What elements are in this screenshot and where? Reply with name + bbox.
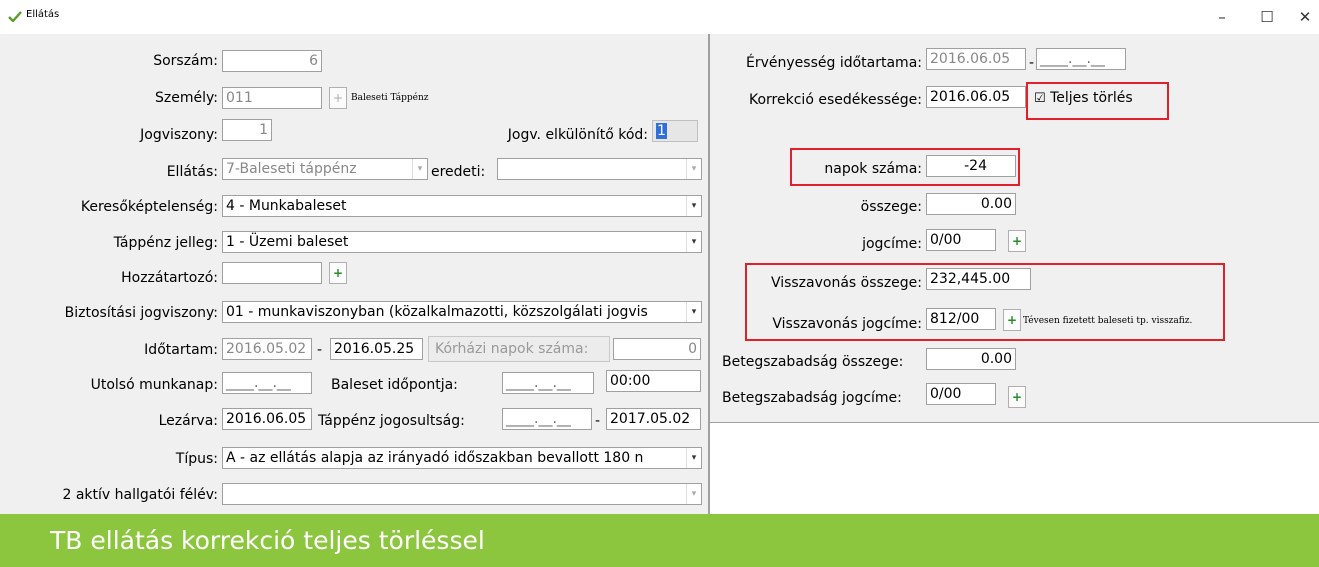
app-check-icon [8,11,22,22]
jogv-kod-field[interactable]: 1 [652,120,698,142]
caption-bar: TB ellátás korrekció teljes törléssel [0,514,1319,567]
kereso-label: Keresőképtelenség: [80,199,218,215]
teljes-torles-check-icon: ☑ [1034,91,1046,106]
szemely-label: Személy: [155,90,218,106]
betegszab-osszege-label: Betegszabadság összege: [722,354,904,370]
jogosultsag-from-field[interactable]: ____.__.__ [502,408,592,430]
osszege-field[interactable]: 0.00 [926,193,1016,215]
caption-text: TB ellátás korrekció teljes törléssel [50,526,485,555]
kereso-value: 4 - Munkabaleset [226,198,347,214]
hozzatartozo-add-button[interactable]: + [329,262,347,284]
betegszab-jogcime-add-button[interactable]: + [1008,386,1026,408]
teljes-torles-checkbox[interactable]: ☑ Teljes törlés [1034,90,1133,106]
visszavonas-jogcime-field[interactable]: 812/00 [926,308,996,330]
betegszab-osszege-field[interactable]: 0.00 [926,348,1016,370]
ervenyesseg-label: Érvényesség időtartama: [746,55,922,71]
korrekcio-field[interactable]: 2016.06.05 [926,86,1026,108]
jogcime-add-button[interactable]: + [1008,230,1026,252]
visszavonas-osszege-field[interactable]: 232,445.00 [926,268,1031,290]
tipus-combo[interactable]: A - az ellátás alapja az irányadó idősza… [222,447,702,469]
aktiv-hallgatoi-combo[interactable]: ▾ [222,483,702,505]
tappenz-jelleg-value: 1 - Üzemi baleset [226,234,349,250]
window-titlebar: Ellátás – ☐ ✕ [0,0,1319,34]
jogosultsag-to-field[interactable]: 2017.05.02 [606,408,701,430]
ellatas-value: 7-Baleseti táppénz [226,161,357,177]
idotartam-label: Időtartam: [144,342,218,358]
eredeti-dropdown-icon[interactable]: ▾ [686,159,701,179]
jogcime-field[interactable]: 0/00 [926,229,996,251]
window-title: Ellátás [26,9,60,20]
napok-szama-label: napok száma: [824,161,922,177]
biztositasi-value: 01 - munkaviszonyban (közalkalmazotti, k… [226,304,648,320]
sorszam-label: Sorszám: [153,53,218,69]
idotartam-separator: - [317,342,323,358]
jogv-kod-selected-text: 1 [656,123,667,139]
ervenyesseg-to-field[interactable]: ____.__.__ [1036,48,1126,70]
korrekcio-label: Korrekció esedékessége: [749,92,922,108]
korhazi-napok-field[interactable]: 0 [613,338,701,360]
eredeti-label: eredeti: [431,164,486,180]
baleset-time-field[interactable]: 00:00 [606,370,701,392]
napok-szama-field[interactable]: -24 [926,155,1016,177]
osszege-label: összege: [860,199,922,215]
jogosultsag-label: Táppénz jogosultság: [318,413,465,429]
close-button[interactable]: ✕ [1292,6,1318,28]
szemely-lookup-button[interactable]: + [329,87,347,109]
visszavonas-jogcime-label: Visszavonás jogcíme: [772,316,922,332]
lezarva-field[interactable]: 2016.06.05 [222,408,312,430]
tappenz-jelleg-label: Táppénz jelleg: [113,235,218,251]
korhazi-napok-button[interactable]: Kórházi napok száma: [428,336,610,362]
kereso-dropdown-icon[interactable]: ▾ [686,196,701,216]
baleset-idopontja-label: Baleset időpontja: [331,377,458,393]
tipus-dropdown-icon[interactable]: ▾ [686,448,701,468]
minimize-button[interactable]: – [1204,6,1240,28]
ellatas-label: Ellátás: [166,164,218,180]
szemely-description: Baleseti Táppénz [351,93,429,103]
jogosultsag-separator: - [595,413,601,429]
szemely-field[interactable]: 011 [222,87,322,109]
tipus-label: Típus: [175,451,218,467]
tappenz-jelleg-dropdown-icon[interactable]: ▾ [686,232,701,252]
tappenz-jelleg-combo[interactable]: 1 - Üzemi baleset ▾ [222,231,702,253]
biztositasi-label: Biztosítási jogviszony: [64,305,218,321]
utolso-munkanap-field[interactable]: ____.__.__ [222,372,312,394]
aktiv-hallgatoi-dropdown-icon[interactable]: ▾ [686,484,701,504]
jogviszony-label: Jogviszony: [140,127,218,143]
betegszab-jogcime-field[interactable]: 0/00 [926,383,996,405]
betegszab-jogcime-label: Betegszabadság jogcíme: [722,390,902,406]
teljes-torles-label: Teljes törlés [1050,90,1133,106]
utolso-munkanap-label: Utolsó munkanap: [90,377,218,393]
hozzatartozo-label: Hozzátartozó: [121,270,218,286]
biztositasi-dropdown-icon[interactable]: ▾ [686,302,701,322]
ellatas-dropdown-icon[interactable]: ▾ [412,159,427,179]
visszavonas-osszege-label: Visszavonás összege: [770,275,922,291]
visszavonas-jogcime-description: Tévesen fizetett baleseti tp. visszafiz. [1023,316,1193,326]
ellatas-combo[interactable]: 7-Baleseti táppénz ▾ [222,158,428,180]
eredeti-combo[interactable]: ▾ [497,158,702,180]
idotartam-from-field[interactable]: 2016.05.02 [222,338,312,360]
ervenyesseg-from-field[interactable]: 2016.06.05 [926,48,1026,70]
jogcime-label: jogcíme: [862,236,922,252]
empty-detail-area [710,422,1319,515]
visszavonas-jogcime-add-button[interactable]: + [1003,309,1021,331]
biztositasi-combo[interactable]: 01 - munkaviszonyban (közalkalmazotti, k… [222,301,702,323]
jogviszony-field[interactable]: 1 [222,119,272,141]
sorszam-field[interactable]: 6 [222,50,322,72]
hozzatartozo-field[interactable] [222,262,322,284]
tipus-value: A - az ellátás alapja az irányadó idősza… [226,450,644,466]
kereso-combo[interactable]: 4 - Munkabaleset ▾ [222,195,702,217]
idotartam-to-field[interactable]: 2016.05.25 [330,338,423,360]
maximize-button[interactable]: ☐ [1249,6,1285,28]
baleset-date-field[interactable]: ____.__.__ [502,372,594,394]
aktiv-hallgatoi-label: 2 aktív hallgatói félév: [62,487,218,503]
ervenyesseg-separator: - [1029,55,1035,71]
lezarva-label: Lezárva: [158,413,218,429]
jogv-kod-label: Jogv. elkülönítő kód: [507,127,648,143]
